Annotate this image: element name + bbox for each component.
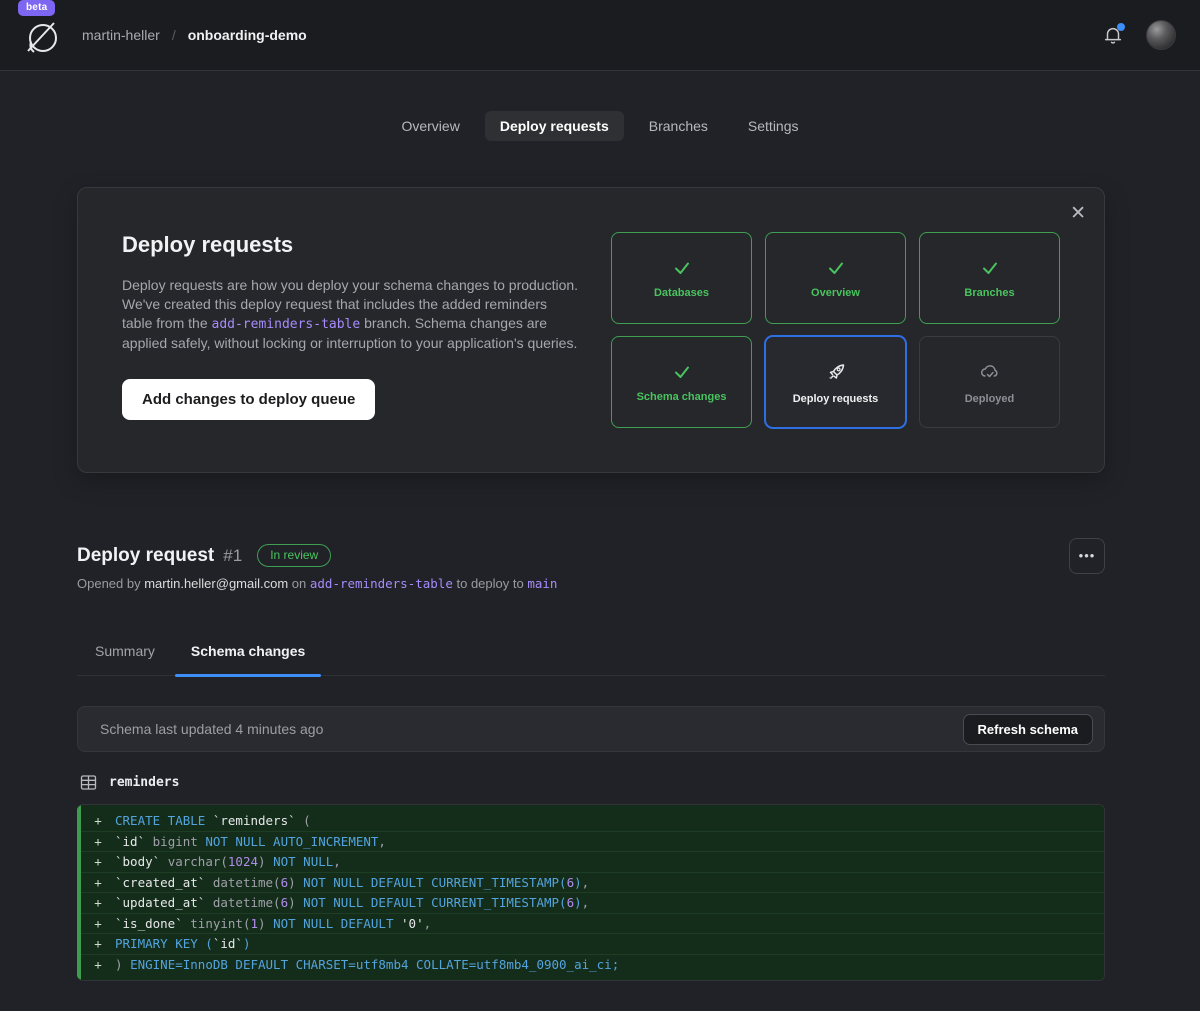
user-avatar[interactable] xyxy=(1146,20,1176,50)
step-card-overview[interactable]: Overview xyxy=(765,232,906,324)
deploy-request-title: Deploy request xyxy=(77,545,214,567)
step-label: Deploy requests xyxy=(793,393,879,405)
status-badge: In review xyxy=(257,544,331,567)
step-label: Schema changes xyxy=(637,391,727,403)
deploy-to-text: to deploy to xyxy=(453,576,527,591)
diff-line: +`is_done` tinyint(1) NOT NULL DEFAULT '… xyxy=(81,913,1104,934)
deploy-request-number: #1 xyxy=(223,546,242,566)
tab-settings[interactable]: Settings xyxy=(733,111,814,141)
add-changes-to-deploy-queue-button[interactable]: Add changes to deploy queue xyxy=(122,379,375,420)
diff-line: +CREATE TABLE `reminders` ( xyxy=(81,810,1104,831)
database-nav-tabs: Overview Deploy requests Branches Settin… xyxy=(0,110,1200,142)
diff-line: +) ENGINE=InnoDB DEFAULT CHARSET=utf8mb4… xyxy=(81,954,1104,975)
breadcrumb-project[interactable]: onboarding-demo xyxy=(188,27,307,43)
step-card-databases[interactable]: Databases xyxy=(611,232,752,324)
step-label: Branches xyxy=(964,287,1014,299)
step-card-deployed[interactable]: Deployed xyxy=(919,336,1060,428)
notification-dot xyxy=(1117,23,1125,31)
table-name-row: reminders xyxy=(77,774,1105,791)
check-icon xyxy=(672,362,692,382)
breadcrumb-account[interactable]: martin-heller xyxy=(82,27,160,43)
breadcrumb: martin-heller / onboarding-demo xyxy=(82,27,307,43)
schema-diff-block: +CREATE TABLE `reminders` (+`id` bigint … xyxy=(77,804,1105,981)
schema-last-updated-text: Schema last updated 4 minutes ago xyxy=(100,721,323,737)
close-icon[interactable]: ✕ xyxy=(1070,204,1086,223)
diff-line: +`id` bigint NOT NULL AUTO_INCREMENT, xyxy=(81,831,1104,852)
cloud-check-icon xyxy=(978,360,1002,384)
diff-line: +`updated_at` datetime(6) NOT NULL DEFAU… xyxy=(81,892,1104,913)
notifications-button[interactable] xyxy=(1102,24,1124,46)
step-card-schema-changes[interactable]: Schema changes xyxy=(611,336,752,428)
rocket-icon xyxy=(824,360,848,384)
step-label: Deployed xyxy=(965,393,1015,405)
check-icon xyxy=(980,258,1000,278)
top-header: beta martin-heller / onboarding-demo xyxy=(0,0,1200,71)
branch-name-inline: add-reminders-table xyxy=(212,317,361,332)
deploy-request-header: Deploy request #1 In review ••• xyxy=(77,544,1105,567)
onboarding-title: Deploy requests xyxy=(122,232,579,258)
source-branch-link[interactable]: add-reminders-table xyxy=(310,576,453,591)
check-icon xyxy=(826,258,846,278)
opened-on-text: on xyxy=(288,576,310,591)
onboarding-description: Deploy requests are how you deploy your … xyxy=(122,276,579,353)
diff-line: +`body` varchar(1024) NOT NULL, xyxy=(81,851,1104,872)
beta-badge: beta xyxy=(18,0,55,16)
deploy-request-subline: Opened by martin.heller@gmail.com on add… xyxy=(77,576,1105,591)
diff-line: +PRIMARY KEY (`id`) xyxy=(81,933,1104,954)
step-label: Overview xyxy=(811,287,860,299)
opened-by-email: martin.heller@gmail.com xyxy=(144,576,288,591)
onboarding-card: ✕ Deploy requests Deploy requests are ho… xyxy=(77,187,1105,473)
planetscale-logo[interactable] xyxy=(24,18,62,56)
tab-branches[interactable]: Branches xyxy=(634,111,723,141)
check-icon xyxy=(672,258,692,278)
step-card-deploy-requests[interactable]: Deploy requests xyxy=(765,336,906,428)
onboarding-steps-grid: Databases Overview Branches Schema chang… xyxy=(611,232,1060,428)
opened-by-text: Opened by xyxy=(77,576,144,591)
deploy-request-tabs: Summary Schema changes xyxy=(77,631,1105,676)
diff-line: +`created_at` datetime(6) NOT NULL DEFAU… xyxy=(81,872,1104,893)
refresh-schema-button[interactable]: Refresh schema xyxy=(963,714,1093,745)
more-options-button[interactable]: ••• xyxy=(1069,538,1105,574)
table-icon xyxy=(80,774,97,791)
tab-summary[interactable]: Summary xyxy=(79,631,171,675)
schema-status-bar: Schema last updated 4 minutes ago Refres… xyxy=(77,706,1105,752)
table-name: reminders xyxy=(109,775,179,790)
step-card-branches[interactable]: Branches xyxy=(919,232,1060,324)
step-label: Databases xyxy=(654,287,709,299)
tab-overview[interactable]: Overview xyxy=(386,111,474,141)
target-branch-link[interactable]: main xyxy=(527,576,557,591)
breadcrumb-separator: / xyxy=(172,27,176,43)
tab-deploy-requests[interactable]: Deploy requests xyxy=(485,111,624,141)
tab-schema-changes[interactable]: Schema changes xyxy=(175,631,321,675)
diff-lines: +CREATE TABLE `reminders` (+`id` bigint … xyxy=(81,805,1104,980)
